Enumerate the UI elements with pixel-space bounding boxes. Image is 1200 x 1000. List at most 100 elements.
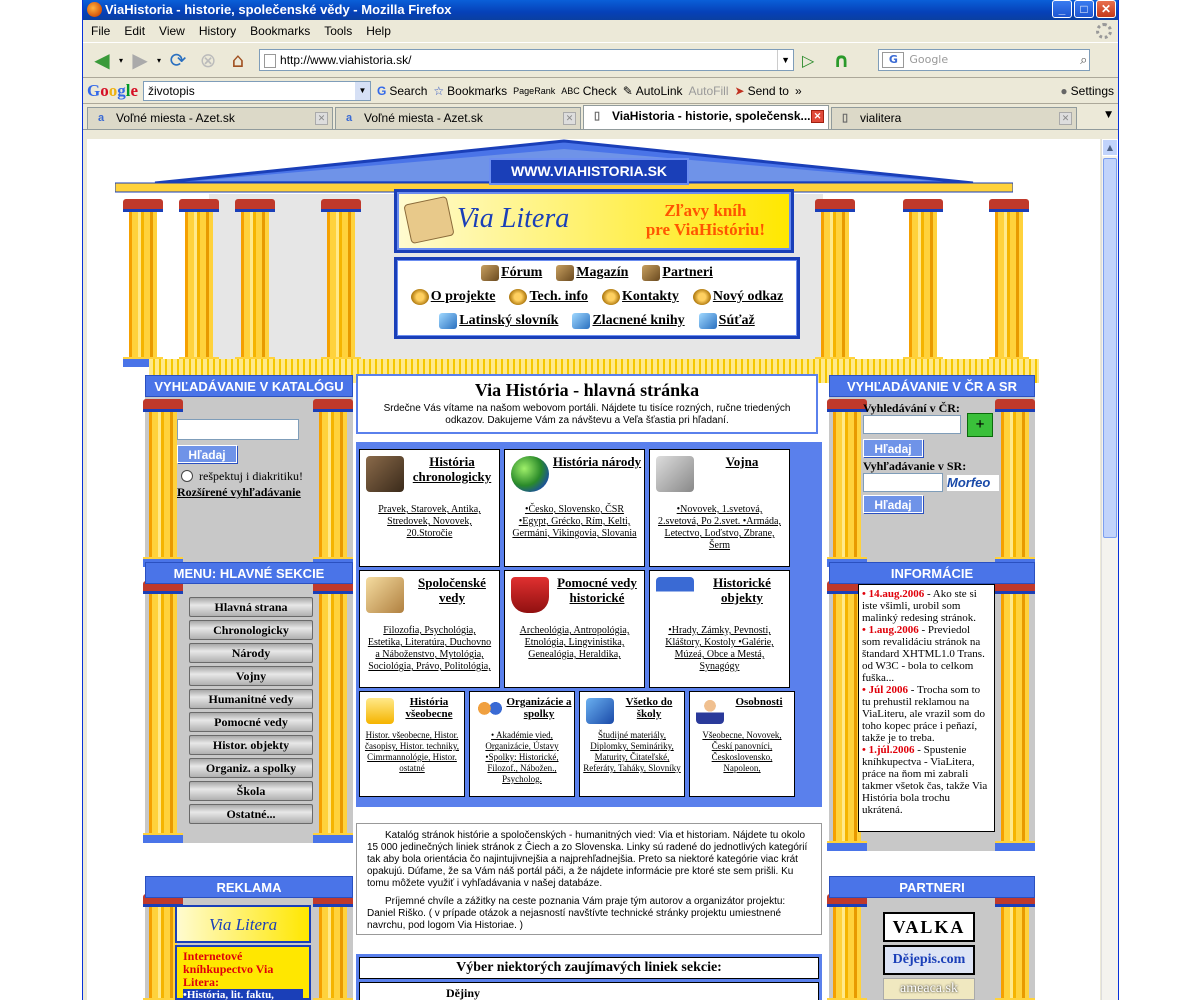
menu-organiz-spolky[interactable]: Organiz. a spolky xyxy=(189,758,313,778)
stop-icon[interactable]: ⊗ xyxy=(195,47,221,73)
back-button[interactable]: ◀ xyxy=(89,47,115,73)
category-links[interactable]: • Akadémie vied, Organizácie, Ústavy •Sp… xyxy=(473,730,571,785)
menu-humanitne-vedy[interactable]: Humanitné vedy xyxy=(189,689,313,709)
category-title[interactable]: Organizácie a spolky xyxy=(504,696,574,720)
category-organizacie[interactable]: Organizácie a spolky • Akadémie vied, Or… xyxy=(469,691,575,797)
close-tab-icon[interactable]: ✕ xyxy=(1059,112,1072,125)
menu-bookmarks[interactable]: Bookmarks xyxy=(250,24,310,38)
tab-azet-2[interactable]: a Voľné miesta - Azet.sk ✕ xyxy=(335,107,581,129)
go-button[interactable]: ▷ xyxy=(802,51,814,70)
category-historia-vseobecne[interactable]: História všeobecne Histor. všeobecne, Hi… xyxy=(359,691,465,797)
category-historicke-objekty[interactable]: Historické objekty •Hrady, Zámky, Pevnos… xyxy=(649,570,790,688)
category-pomocne-vedy[interactable]: Pomocné vedy historické Archeológia, Ant… xyxy=(504,570,645,688)
nav-kontakty[interactable]: Kontakty xyxy=(602,289,679,305)
menu-narody[interactable]: Národy xyxy=(189,643,313,663)
menu-view[interactable]: View xyxy=(159,24,185,38)
category-spolocenske-vedy[interactable]: Spoločenské vedy Filozofia, Psychológia,… xyxy=(359,570,500,688)
nav-latinsky-slovnik[interactable]: Latinský slovník xyxy=(439,313,558,329)
category-links[interactable]: Histor. všeobecne, Histor. časopisy, His… xyxy=(363,730,461,774)
sk-search-button[interactable]: Hľadaj xyxy=(863,495,923,513)
search-icon[interactable]: ⌕ xyxy=(1080,51,1087,71)
back-history-dropdown[interactable]: ▾ xyxy=(119,56,123,65)
category-links[interactable]: •Novovek, 1.svetová, 2.svetová, Po 2.sve… xyxy=(656,504,783,552)
category-vojna[interactable]: Vojna •Novovek, 1.svetová, 2.svetová, Po… xyxy=(649,449,790,567)
vialitera-banner[interactable]: Via Litera Zľavy kníh pre ViaHistóriu! xyxy=(394,189,794,253)
menu-skola[interactable]: Škola xyxy=(189,781,313,801)
tab-azet-1[interactable]: a Voľné miesta - Azet.sk ✕ xyxy=(87,107,333,129)
menu-hlavna-strana[interactable]: Hlavná strana xyxy=(189,597,313,617)
send-to-button[interactable]: ➤ Send to xyxy=(735,84,789,98)
forward-button[interactable]: ▶ xyxy=(127,47,153,73)
more-button[interactable]: » xyxy=(795,84,802,98)
sk-search-input[interactable] xyxy=(863,473,943,492)
category-links[interactable]: Filozofia, Psychológia, Estetika, Litera… xyxy=(366,625,493,673)
menu-file[interactable]: File xyxy=(91,24,110,38)
category-osobnosti[interactable]: Osobnosti Všeobecne, Novovek, Českí pano… xyxy=(689,691,795,797)
category-chronologicky[interactable]: História chronologicky Pravek, Starovek,… xyxy=(359,449,500,567)
category-vsetko-do-skoly[interactable]: Všetko do školy Študijné materiály, Dipl… xyxy=(579,691,685,797)
nav-partneri[interactable]: Partneri xyxy=(642,265,713,281)
maximize-button[interactable]: □ xyxy=(1074,0,1094,18)
partner-third[interactable]: ameaca.sk xyxy=(883,978,975,1000)
cz-search-button[interactable]: Hľadaj xyxy=(863,439,923,457)
category-links[interactable]: •Česko, Slovensko, ČSR •Egypt, Grécko, R… xyxy=(511,504,638,540)
nav-tech-info[interactable]: Tech. info xyxy=(509,289,588,305)
category-links[interactable]: Všeobecne, Novovek, Českí panovníci, Čes… xyxy=(693,730,791,774)
category-links[interactable]: Archeológia, Antropológia, Etnológia, Li… xyxy=(511,625,638,661)
close-button[interactable]: ✕ xyxy=(1096,0,1116,18)
minimize-button[interactable]: _ xyxy=(1052,0,1072,18)
ad-box[interactable]: Internetové kníhkupectvo Via Litera: •Hi… xyxy=(175,945,311,1000)
catalog-search-input[interactable] xyxy=(177,419,299,440)
category-title[interactable]: História chronologicky xyxy=(404,454,500,484)
nav-o-projekte[interactable]: O projekte xyxy=(410,289,495,305)
category-title[interactable]: História všeobecne xyxy=(394,696,464,720)
url-bar[interactable]: http://www.viahistoria.sk/ ▼ xyxy=(259,49,795,71)
advanced-search-link[interactable]: Rozšírené vyhľadávanie xyxy=(177,485,301,500)
scroll-up-icon[interactable]: ▲ xyxy=(1102,139,1118,156)
partner-dejepis[interactable]: Dějepis.com xyxy=(883,945,975,975)
selected-link[interactable]: Dějiny xyxy=(446,986,480,1000)
menu-vojny[interactable]: Vojny xyxy=(189,666,313,686)
menu-history[interactable]: History xyxy=(199,24,236,38)
nav-forum[interactable]: Fórum xyxy=(481,265,542,281)
tab-list-icon[interactable]: ▼ xyxy=(1105,110,1112,120)
menu-pomocne-vedy[interactable]: Pomocné vedy xyxy=(189,712,313,732)
close-tab-icon[interactable]: ✕ xyxy=(315,112,328,125)
site-name[interactable]: WWW.VIAHISTORIA.SK xyxy=(489,158,689,185)
selected-link-row[interactable]: Dějiny xyxy=(359,982,819,1000)
addon-icon[interactable]: ∩ xyxy=(828,47,854,73)
chevron-down-icon[interactable]: ▼ xyxy=(355,81,370,100)
category-title[interactable]: Spoločenské vedy xyxy=(404,575,500,605)
category-links[interactable]: •Hrady, Zámky, Pevnosti, Kláštory, Kosto… xyxy=(656,625,783,673)
category-title[interactable]: Vojna xyxy=(694,454,790,469)
menu-chronologicky[interactable]: Chronologicky xyxy=(189,620,313,640)
google-query-input[interactable]: životopis ▼ xyxy=(143,80,371,101)
scrollbar-thumb[interactable] xyxy=(1103,158,1117,538)
category-links[interactable]: Študijné materiály, Diplomky, Semináriky… xyxy=(583,730,681,774)
menu-tools[interactable]: Tools xyxy=(324,24,352,38)
ad-logo[interactable]: Via Litera xyxy=(175,905,311,943)
category-title[interactable]: Pomocné vedy historické xyxy=(549,575,645,605)
url-dropdown-icon[interactable]: ▼ xyxy=(777,50,793,70)
cz-search-input[interactable] xyxy=(863,415,961,434)
nav-sutaz[interactable]: Súťaž xyxy=(698,313,755,329)
tab-viahistoria[interactable]: ▯ ViaHistoria - historie, společensk... ✕ xyxy=(583,105,829,129)
category-links[interactable]: Pravek, Starovek, Antika, Stredovek, Nov… xyxy=(366,504,493,540)
category-title[interactable]: Všetko do školy xyxy=(614,696,684,720)
menu-histor-objekty[interactable]: Histor. objekty xyxy=(189,735,313,755)
diacritics-option[interactable]: rešpektuj i diakritiku! xyxy=(181,469,303,484)
close-tab-icon[interactable]: ✕ xyxy=(563,112,576,125)
tab-vialitera[interactable]: ▯ vialitera ✕ xyxy=(831,107,1077,129)
menu-ostatne[interactable]: Ostatné... xyxy=(189,804,313,824)
nav-novy-odkaz[interactable]: Nový odkaz xyxy=(692,289,783,305)
forward-history-dropdown[interactable]: ▾ xyxy=(157,56,161,65)
category-narody[interactable]: História národy •Česko, Slovensko, ČSR •… xyxy=(504,449,645,567)
autolink-button[interactable]: ✎ AutoLink xyxy=(623,84,683,98)
google-engine-icon[interactable]: G xyxy=(882,52,905,68)
morfeo-logo[interactable]: Morfeo xyxy=(947,475,999,491)
google-search-button[interactable]: G Search xyxy=(377,84,427,98)
spellcheck-button[interactable]: ABC Check xyxy=(561,84,617,98)
menu-edit[interactable]: Edit xyxy=(124,24,145,38)
home-icon[interactable]: ⌂ xyxy=(225,47,251,73)
nav-magazin[interactable]: Magazín xyxy=(556,265,628,281)
